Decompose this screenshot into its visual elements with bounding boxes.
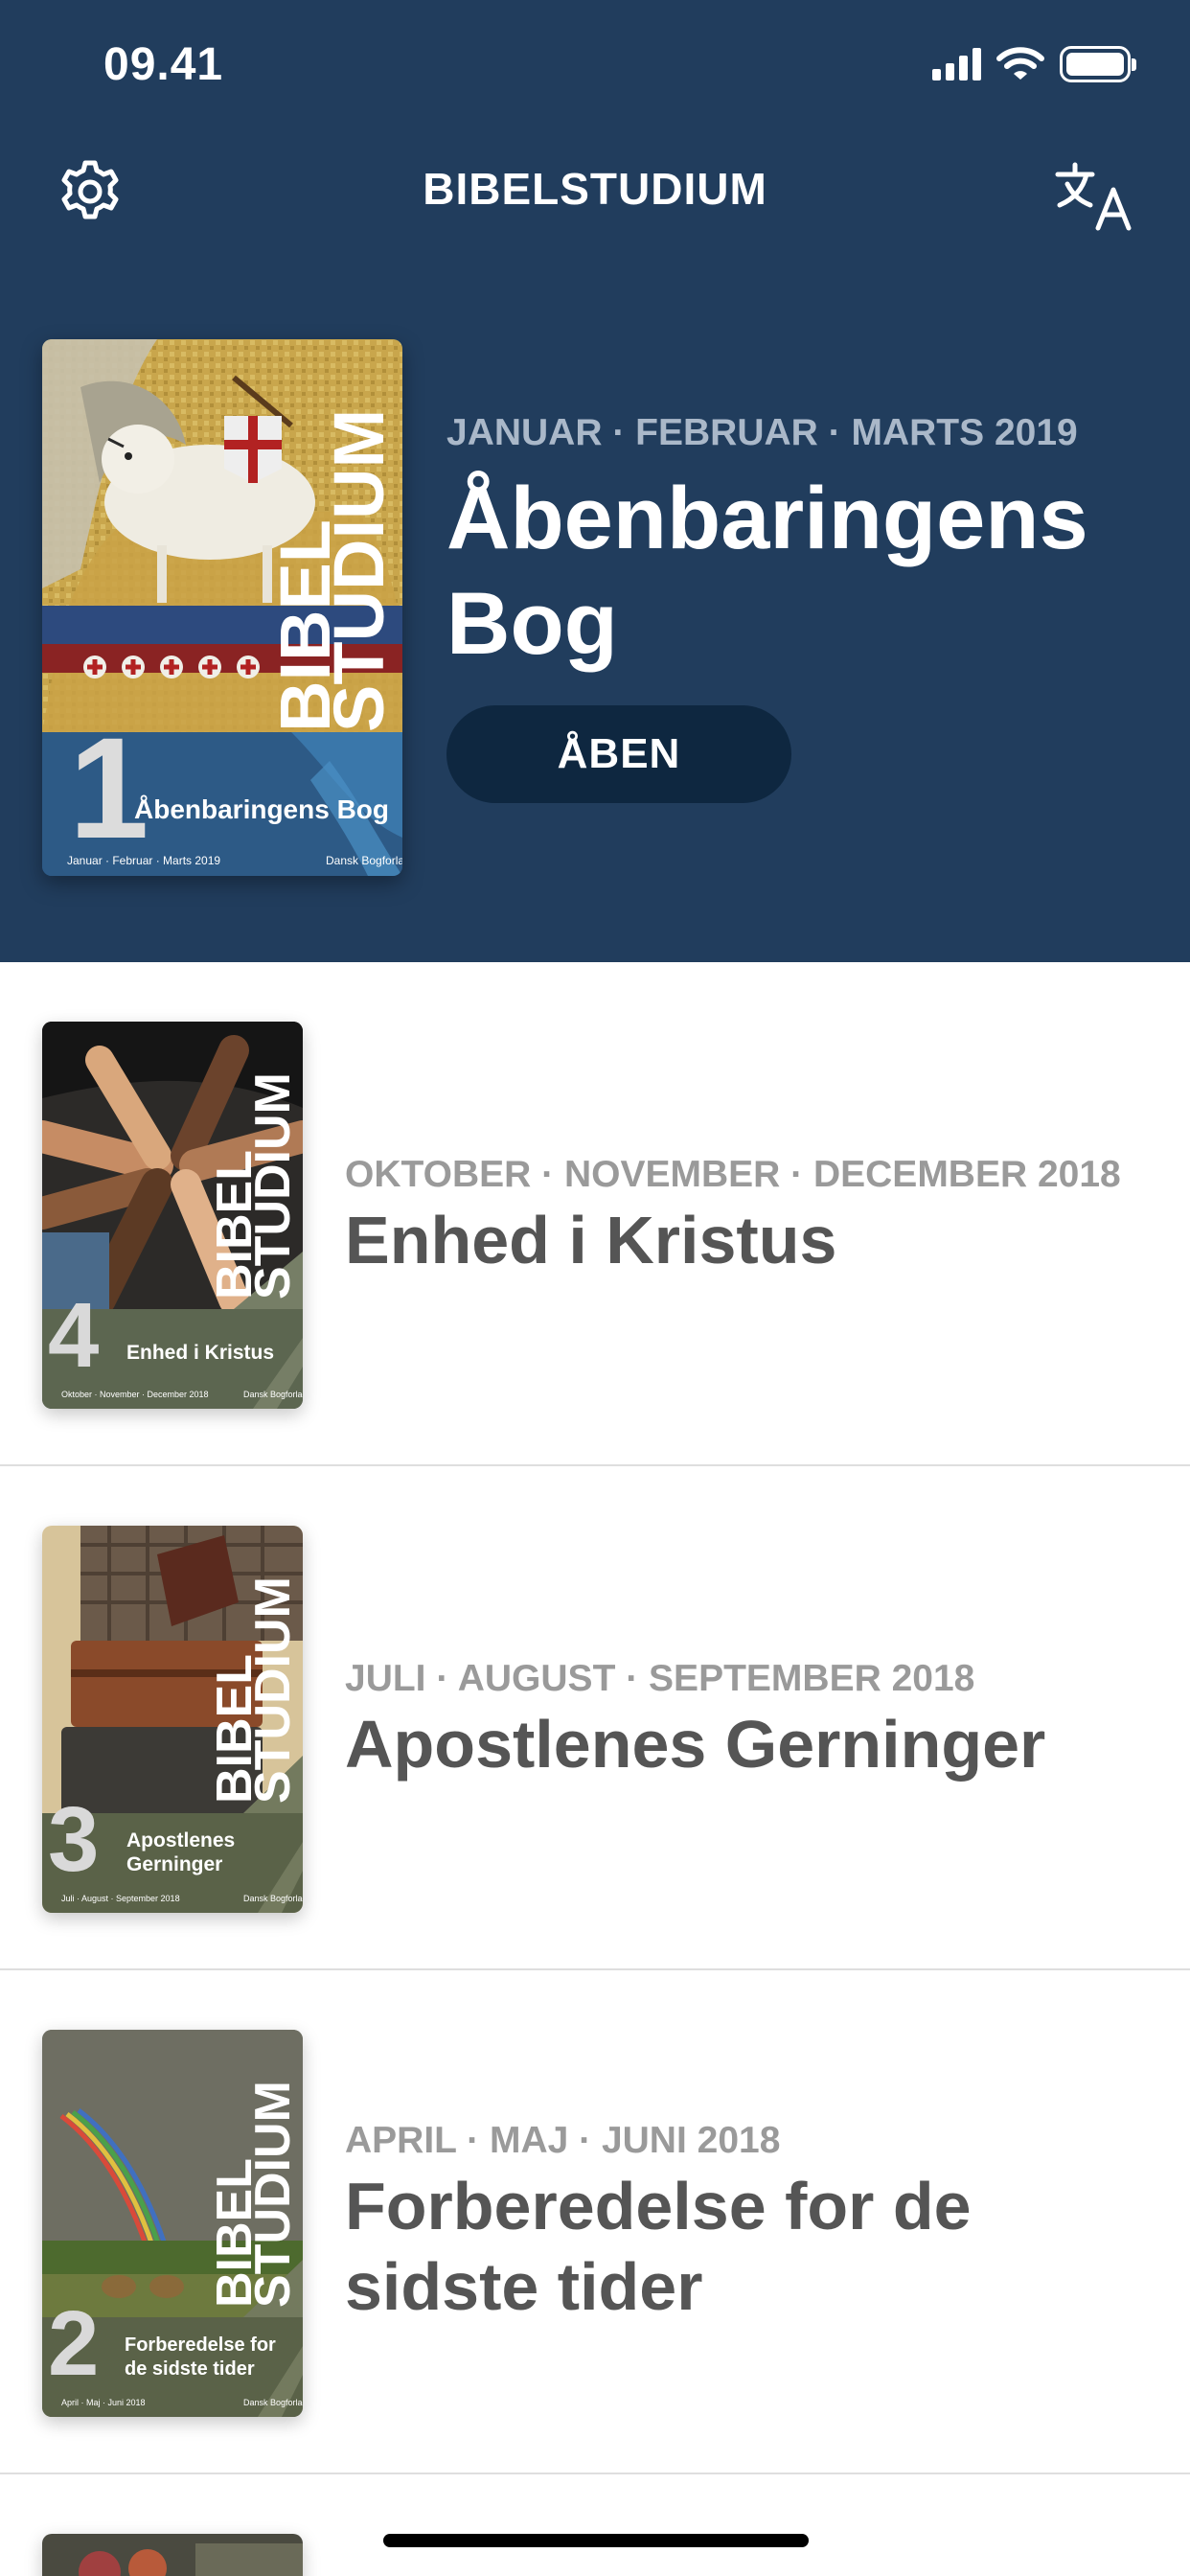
status-icons [932, 42, 1136, 86]
cover-number: 1 [69, 707, 149, 868]
wifi-icon [996, 47, 1044, 80]
status-time: 09.41 [103, 39, 224, 90]
featured-period: JANUAR · FEBRUAR · MARTS 2019 [446, 412, 1078, 453]
lesson-cover-image[interactable]: STUDIUM BIBEL 3 Apostlenes Gerninger Jul… [42, 1526, 303, 1913]
translate-icon[interactable] [1054, 157, 1134, 234]
cover-title: Enhed i Kristus [126, 1342, 274, 1364]
lesson-period: JULI · AUGUST · SEPTEMBER 2018 [345, 1658, 975, 1699]
open-button[interactable]: ÅBEN [446, 705, 791, 803]
home-indicator[interactable] [383, 2534, 809, 2547]
cover-period: Oktober · November · December 2018 [61, 1390, 209, 1399]
cover-number: 2 [48, 2292, 99, 2395]
list-item[interactable]: STUDIUM BIBEL 3 Apostlenes Gerninger Jul… [0, 1466, 1190, 1970]
cover-period: April · Maj · Juni 2018 [61, 2398, 146, 2407]
signal-icon [932, 48, 981, 80]
cover-period: Januar · Februar · Marts 2019 [67, 854, 220, 867]
cover-title: Forberedelse for [125, 2334, 276, 2356]
cover-title: de sidste tider [125, 2358, 255, 2380]
header: 09.41 BIBELSTUDIUM STUDIUM BIBEL 1 Åbenb… [0, 0, 1190, 962]
cover-brand: BIBEL [265, 519, 345, 732]
cover-number: 4 [48, 1284, 99, 1387]
battery-icon [1060, 46, 1136, 82]
lesson-title: Enhed i Kristus [345, 1203, 837, 1277]
cover-publisher: Dansk Bogforlag [243, 2398, 303, 2407]
cover-brand: BIBEL [207, 1150, 263, 1300]
lesson-title: Forberedelse for de sidste tider [345, 2169, 972, 2324]
lesson-cover-image[interactable]: STUDIUM BIBEL 2 Forberedelse for de sids… [42, 2030, 303, 2417]
cover-period: Juli · August · September 2018 [61, 1894, 180, 1903]
list-item[interactable] [0, 2474, 1190, 2576]
cover-title: Apostlenes [126, 1829, 235, 1852]
cover-title: Åbenbaringens Bog [134, 794, 389, 824]
cover-title: Gerninger [126, 1853, 222, 1875]
list-item[interactable]: STUDIUM BIBEL 4 Enhed i Kristus Oktober … [0, 962, 1190, 1466]
cover-publisher: Dansk Bogforlag [243, 1390, 303, 1399]
cover-publisher: Dansk Bogforlag [326, 854, 402, 867]
lesson-title: Apostlenes Gerninger [345, 1707, 1046, 1782]
cover-number: 3 [48, 1788, 99, 1891]
featured-cover-image[interactable]: STUDIUM BIBEL 1 Åbenbaringens Bog Januar… [42, 339, 402, 876]
lesson-period: OKTOBER · NOVEMBER · DECEMBER 2018 [345, 1154, 1121, 1195]
cover-brand: BIBEL [207, 1654, 263, 1804]
page-title: BIBELSTUDIUM [423, 164, 767, 214]
cover-publisher: Dansk Bogforlag [243, 1894, 303, 1903]
list-item[interactable]: STUDIUM BIBEL 2 Forberedelse for de sids… [0, 1970, 1190, 2474]
lesson-cover-image[interactable]: STUDIUM BIBEL 4 Enhed i Kristus Oktober … [42, 1022, 303, 1409]
lesson-cover-image[interactable] [42, 2534, 303, 2576]
featured-title[interactable]: Åbenbaringens Bog [446, 466, 1156, 677]
lesson-period: APRIL · MAJ · JUNI 2018 [345, 2120, 781, 2161]
cover-brand: BIBEL [207, 2158, 263, 2308]
